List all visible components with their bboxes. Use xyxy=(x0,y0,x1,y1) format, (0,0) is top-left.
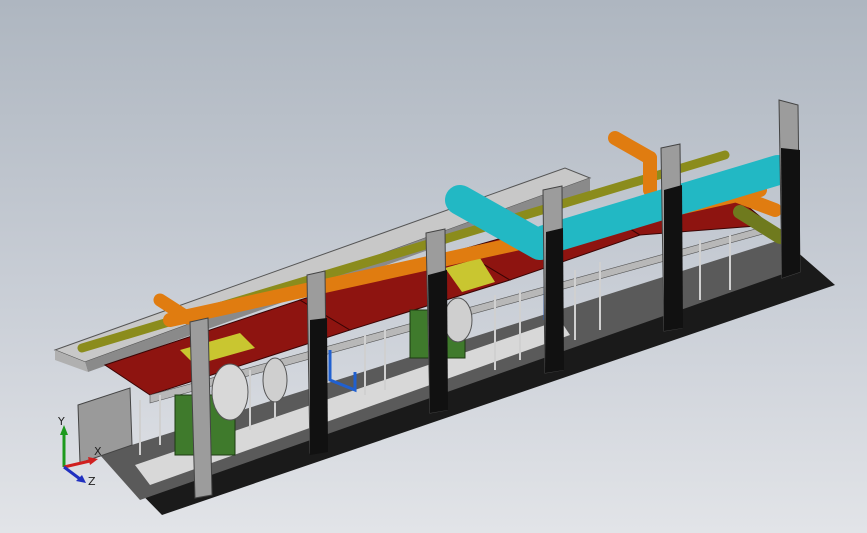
triad-y-label: Y xyxy=(57,415,65,428)
3d-viewport[interactable]: X Y Z xyxy=(0,0,867,533)
triad-x-label: X xyxy=(94,445,102,458)
assembly-model[interactable] xyxy=(0,0,867,533)
x-axis-icon xyxy=(63,459,91,469)
x-arrow-icon xyxy=(88,457,98,465)
coordinate-triad: X Y Z xyxy=(57,415,102,488)
triad-z-label: Z xyxy=(88,475,96,488)
z-axis-icon xyxy=(63,465,81,481)
